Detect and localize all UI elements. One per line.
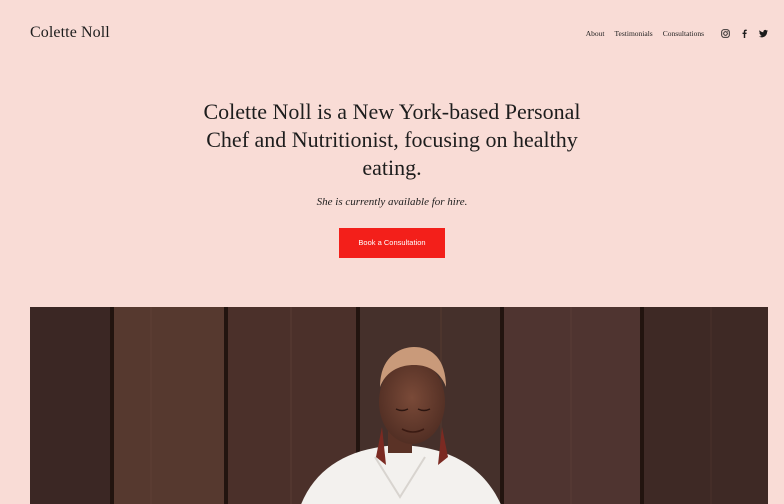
hero-headline: Colette Noll is a New York-based Persona… xyxy=(203,99,581,180)
chef-portrait-image xyxy=(30,307,768,504)
facebook-icon[interactable] xyxy=(739,28,749,38)
site-title[interactable]: Colette Noll xyxy=(30,24,110,42)
book-consultation-button[interactable]: Book a Consultation xyxy=(339,228,445,258)
nav-about[interactable]: About xyxy=(586,29,605,38)
hero-photo xyxy=(30,307,768,504)
hero-subline: She is currently available for hire. xyxy=(316,196,468,208)
nav-consultations[interactable]: Consultations xyxy=(663,29,704,38)
instagram-icon[interactable] xyxy=(720,28,730,38)
nav-testimonials[interactable]: Testimonials xyxy=(615,29,653,38)
social-links xyxy=(720,28,768,38)
main-nav: About Testimonials Consultations xyxy=(586,28,768,38)
hero-section: Colette Noll is a New York-based Persona… xyxy=(0,98,784,258)
page: Colette Noll About Testimonials Consulta… xyxy=(0,0,784,504)
twitter-icon[interactable] xyxy=(758,28,768,38)
site-header: Colette Noll About Testimonials Consulta… xyxy=(0,0,784,70)
